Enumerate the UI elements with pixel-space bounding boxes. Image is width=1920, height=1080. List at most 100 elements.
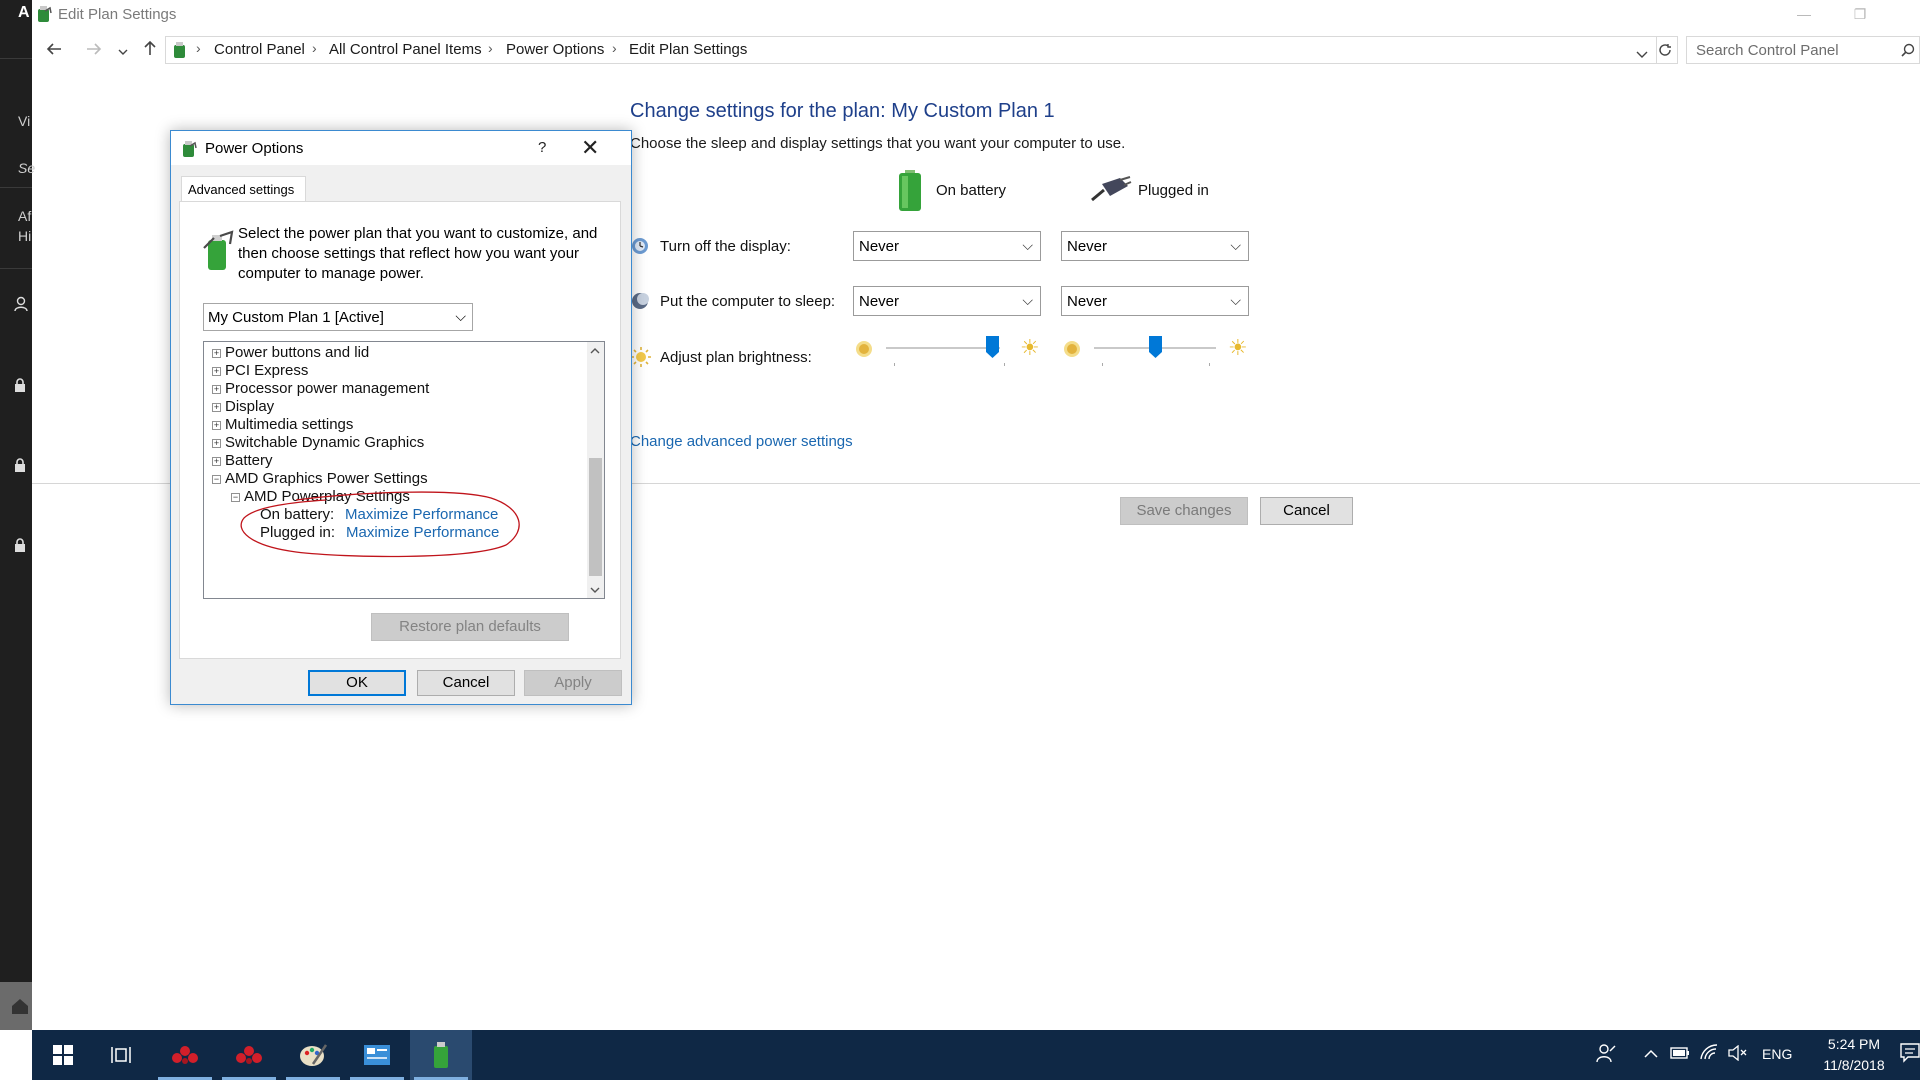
tree-item-multimedia[interactable]: Multimedia settings <box>225 416 353 433</box>
clock-time[interactable]: 5:24 PM <box>1818 1036 1890 1052</box>
expand-icon[interactable]: + <box>212 367 221 376</box>
up-button[interactable] <box>136 38 164 62</box>
power-options-icon <box>179 139 199 164</box>
address-dropdown-icon[interactable] <box>1636 46 1648 64</box>
power-plan-icon <box>200 230 234 277</box>
column-plugged-in: Plugged in <box>1138 182 1209 199</box>
minimize-button[interactable]: — <box>1776 0 1832 30</box>
close-button[interactable]: ✕ <box>581 135 599 161</box>
breadcrumb-power-options[interactable]: Power Options <box>506 41 604 58</box>
column-on-battery: On battery <box>936 182 1007 199</box>
chevron-down-icon: ⌵ <box>1230 292 1241 308</box>
expand-icon[interactable]: + <box>212 385 221 394</box>
display-off-battery-select[interactable]: Never ⌵ <box>853 231 1041 261</box>
brightness-battery-track[interactable] <box>886 347 1000 349</box>
sleep-icon <box>631 292 649 310</box>
dialog-description: Select the power plan that you want to c… <box>238 225 598 282</box>
background-text: Af <box>18 208 32 224</box>
tree-item-battery[interactable]: Battery <box>225 452 273 469</box>
plan-select[interactable]: My Custom Plan 1 [Active] ⌵ <box>203 303 473 331</box>
apply-button[interactable]: Apply <box>524 670 622 696</box>
wifi-icon[interactable] <box>1700 1044 1718 1064</box>
scroll-thumb[interactable] <box>589 458 602 576</box>
tree-scrollbar[interactable] <box>587 342 604 598</box>
dialog-titlebar: Power Options ? ✕ <box>171 131 631 165</box>
paint-icon[interactable] <box>282 1030 344 1080</box>
task-view-icon[interactable] <box>90 1030 152 1080</box>
home-button[interactable] <box>0 982 32 1030</box>
tree-item-display[interactable]: Display <box>225 398 274 415</box>
refresh-button[interactable] <box>1652 36 1678 64</box>
expand-icon[interactable]: + <box>212 349 221 358</box>
control-panel-icon <box>170 40 190 65</box>
display-off-label: Turn off the display: <box>660 238 791 255</box>
collapse-icon[interactable]: − <box>212 475 221 484</box>
sleep-battery-value: Never <box>859 293 900 310</box>
sleep-battery-select[interactable]: Never ⌵ <box>853 286 1041 316</box>
start-icon[interactable] <box>32 1030 94 1080</box>
search-input[interactable] <box>1696 37 1896 63</box>
expand-icon[interactable]: + <box>212 439 221 448</box>
settings-tree[interactable]: + Power buttons and lid + PCI Express + … <box>203 341 605 599</box>
tree-item-processor[interactable]: Processor power management <box>225 380 429 397</box>
expand-icon[interactable]: + <box>212 403 221 412</box>
background-app-strip: A Vi Se Af Hi <box>0 0 35 1030</box>
brightness-plugged-slider[interactable] <box>1149 336 1162 358</box>
battery-tray-icon[interactable] <box>1670 1046 1690 1063</box>
dialog-cancel-button[interactable]: Cancel <box>417 670 515 696</box>
scroll-up-icon[interactable] <box>590 345 600 357</box>
action-center-icon[interactable] <box>1900 1043 1920 1067</box>
background-text: Vi <box>18 113 31 129</box>
tree-item-pci-express[interactable]: PCI Express <box>225 362 308 379</box>
expand-icon[interactable]: + <box>212 421 221 430</box>
red-app-2-icon[interactable] <box>218 1030 280 1080</box>
back-button[interactable] <box>40 38 68 62</box>
show-hidden-icons-icon[interactable] <box>1644 1046 1658 1063</box>
save-changes-button[interactable]: Save changes <box>1120 497 1248 525</box>
language-indicator[interactable]: ENG <box>1762 1046 1792 1062</box>
people-icon[interactable] <box>1596 1043 1616 1067</box>
clock-date[interactable]: 11/8/2018 <box>1812 1057 1896 1073</box>
breadcrumb-all-items[interactable]: All Control Panel Items <box>329 41 482 58</box>
plug-icon <box>1090 176 1132 207</box>
address-bar[interactable]: › Control Panel › All Control Panel Item… <box>165 36 1657 64</box>
search-box[interactable] <box>1686 36 1920 64</box>
breadcrumb-edit-plan[interactable]: Edit Plan Settings <box>629 41 747 58</box>
scroll-down-icon[interactable] <box>590 585 600 597</box>
brightness-low-icon <box>856 341 872 357</box>
page-cancel-button[interactable]: Cancel <box>1260 497 1353 525</box>
window-titlebar: Edit Plan Settings — ❐ <box>32 0 1920 30</box>
display-icon <box>631 237 649 255</box>
tree-item-amd-graphics[interactable]: AMD Graphics Power Settings <box>225 470 428 487</box>
search-icon[interactable] <box>1901 43 1915 62</box>
lock-icon <box>14 538 26 555</box>
forward-button[interactable] <box>80 38 108 62</box>
taskbar: ENG 5:24 PM 11/8/2018 <box>32 1030 1920 1080</box>
page-title: Change settings for the plan: My Custom … <box>630 100 1055 122</box>
red-circle-annotation <box>240 491 520 558</box>
lock-icon <box>14 458 26 475</box>
expand-icon[interactable]: + <box>212 457 221 466</box>
advanced-settings-link[interactable]: Change advanced power settings <box>630 433 853 450</box>
display-off-plugged-value: Never <box>1067 238 1108 255</box>
ok-button[interactable]: OK <box>308 670 406 696</box>
volume-muted-icon[interactable] <box>1728 1044 1748 1065</box>
tree-item-switchable-graphics[interactable]: Switchable Dynamic Graphics <box>225 434 424 451</box>
restore-button[interactable]: ❐ <box>1832 0 1888 30</box>
sleep-plugged-select[interactable]: Never ⌵ <box>1061 286 1249 316</box>
tab-advanced-settings[interactable]: Advanced settings <box>181 176 306 202</box>
display-off-plugged-select[interactable]: Never ⌵ <box>1061 231 1249 261</box>
power-options-icon[interactable] <box>410 1030 472 1080</box>
control-panel-icon[interactable] <box>346 1030 408 1080</box>
window-title: Edit Plan Settings <box>58 6 177 23</box>
brightness-low-icon <box>1064 341 1080 357</box>
breadcrumb-control-panel[interactable]: Control Panel <box>214 41 305 58</box>
help-button[interactable]: ? <box>538 139 546 156</box>
plan-select-value: My Custom Plan 1 [Active] <box>208 309 384 326</box>
brightness-battery-slider[interactable] <box>986 336 1000 358</box>
sleep-label: Put the computer to sleep: <box>660 293 836 310</box>
recent-locations-button[interactable] <box>112 38 134 62</box>
red-app-icon[interactable] <box>154 1030 216 1080</box>
tree-item-power-buttons[interactable]: Power buttons and lid <box>225 344 369 361</box>
restore-defaults-button[interactable]: Restore plan defaults <box>371 613 569 641</box>
